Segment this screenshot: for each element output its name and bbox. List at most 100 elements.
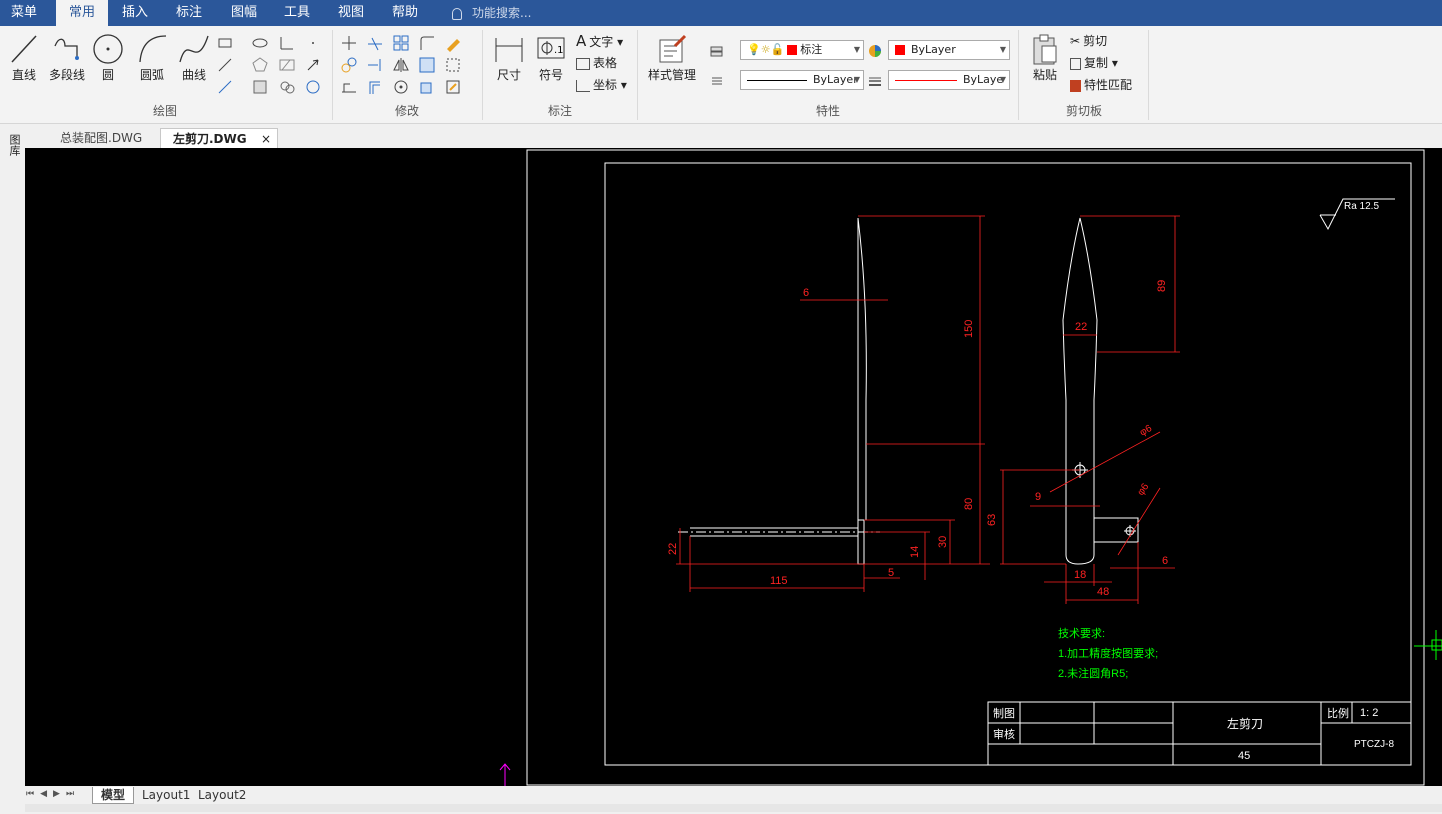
drawing-svg: Ra 12.5 6 150 22 80 30 14 115 5 89 22 63… xyxy=(499,149,1442,786)
draw-group-label: 绘图 xyxy=(152,104,177,118)
coordinate-icon xyxy=(576,79,590,92)
match-properties-button[interactable]: 特性匹配 xyxy=(1070,75,1132,95)
wipeout-icon[interactable] xyxy=(304,78,322,96)
tech-req-title: 技术要求: xyxy=(1058,627,1105,640)
curve-button[interactable]: 曲线 xyxy=(176,32,212,83)
ellipse-icon[interactable] xyxy=(251,34,269,52)
text-button[interactable]: A 文字 ▾ xyxy=(576,31,623,51)
move-icon[interactable] xyxy=(340,34,358,52)
layout-tab-model[interactable]: 模型 xyxy=(92,787,135,804)
menu-tab-menu[interactable]: 菜单 xyxy=(0,0,48,26)
dim-115: 115 xyxy=(770,575,788,587)
left-tool-strip: 图库 xyxy=(0,124,25,814)
menu-tab-annotate[interactable]: 标注 xyxy=(166,0,212,26)
lineweight-dropdown[interactable]: ByLaye ▼ xyxy=(888,70,1010,90)
dim-9: 9 xyxy=(1035,491,1041,503)
group-separator xyxy=(1018,30,1019,120)
feature-search[interactable]: 功能搜索... xyxy=(452,0,531,26)
copy-object-icon[interactable] xyxy=(340,56,358,74)
style-manager-icon xyxy=(659,34,687,63)
extend-icon[interactable] xyxy=(366,56,384,74)
explode-icon[interactable] xyxy=(444,56,462,74)
handle-lug xyxy=(1093,517,1139,543)
cloud-icon[interactable] xyxy=(278,78,296,96)
cut-button[interactable]: ✂ 剪切 xyxy=(1070,31,1107,51)
scale-icon[interactable] xyxy=(418,56,436,74)
dim-80: 80 xyxy=(963,498,975,510)
doc-tab-assembly[interactable]: 总装配图.DWG xyxy=(48,128,154,148)
circle-button[interactable]: 圆 xyxy=(92,32,124,83)
title-material: 45 xyxy=(1238,750,1250,762)
crosshair-cursor xyxy=(1414,630,1442,660)
color-wheel-icon[interactable] xyxy=(866,42,884,60)
symbol-button[interactable]: .1 符号 xyxy=(532,32,570,83)
angle-icon[interactable] xyxy=(278,34,296,52)
line-button[interactable]: 直线 xyxy=(6,32,42,83)
layout-nav-arrows[interactable]: ⏮◀▶⏭ xyxy=(26,789,80,799)
menu-tab-view[interactable]: 视图 xyxy=(328,0,374,26)
gallery-button[interactable]: 图库 xyxy=(4,134,21,156)
group-separator xyxy=(482,30,483,120)
paste-button[interactable]: 粘贴 xyxy=(1026,32,1064,83)
color-dropdown[interactable]: ByLayer ▼ xyxy=(888,40,1010,60)
construction-line-icon[interactable] xyxy=(216,56,234,74)
drawing-canvas[interactable]: Ra 12.5 6 150 22 80 30 14 115 5 89 22 63… xyxy=(25,148,1442,786)
pointer-icon[interactable] xyxy=(304,56,322,74)
front-view xyxy=(1062,217,1139,565)
block-icon[interactable] xyxy=(418,78,436,96)
stretch-icon[interactable] xyxy=(340,78,358,96)
trim-icon[interactable] xyxy=(366,34,384,52)
menu-tab-home[interactable]: 常用 xyxy=(56,0,108,26)
mirror-icon[interactable] xyxy=(392,56,410,74)
region-icon[interactable] xyxy=(251,78,269,96)
front-view-dimensions xyxy=(1000,215,1180,604)
dim-phi6-lug: φ6 xyxy=(1135,481,1151,498)
copy-button[interactable]: 复制 ▾ xyxy=(1070,53,1118,73)
handle-side xyxy=(857,519,865,565)
menu-tab-frame[interactable]: 图幅 xyxy=(220,0,268,26)
coordinate-button[interactable]: 坐标 ▾ xyxy=(576,75,627,95)
layer-dropdown[interactable]: 💡☼🔓 标注 ▼ xyxy=(740,40,864,60)
paste-icon xyxy=(1033,34,1057,65)
arc-button[interactable]: 圆弧 xyxy=(134,32,170,83)
title-review-label: 审核 xyxy=(993,727,1015,741)
linetype-dropdown[interactable]: ByLayer ▼ xyxy=(740,70,864,90)
style-manager-button[interactable]: 样式管理 xyxy=(642,32,702,83)
doc-tab-left-scissors[interactable]: 左剪刀.DWG × xyxy=(160,128,278,148)
side-view xyxy=(678,217,880,565)
menu-tab-help[interactable]: 帮助 xyxy=(382,0,428,26)
layout-tab-layout2[interactable]: Layout2 xyxy=(190,787,254,804)
menu-tab-insert[interactable]: 插入 xyxy=(112,0,158,26)
table-button[interactable]: 表格 xyxy=(576,53,617,73)
lineweight-icon[interactable] xyxy=(866,72,884,90)
dim-14: 14 xyxy=(909,546,921,558)
rotate-icon[interactable] xyxy=(392,78,410,96)
group-separator xyxy=(332,30,333,120)
title-scale-label: 比例 xyxy=(1327,706,1349,720)
layout-tab-layout1[interactable]: Layout1 xyxy=(134,787,198,804)
dimension-button[interactable]: 尺寸 xyxy=(490,32,528,83)
polyline-button[interactable]: 多段线 xyxy=(44,32,90,83)
layer-color-swatch xyxy=(787,45,798,55)
horizontal-scrollbar[interactable] xyxy=(25,804,1442,812)
offset-icon[interactable] xyxy=(366,78,384,96)
fillet-icon[interactable] xyxy=(418,34,436,52)
dim-150: 150 xyxy=(963,320,975,338)
edit-icon[interactable] xyxy=(444,78,462,96)
polygon-icon[interactable] xyxy=(251,56,269,74)
group-separator xyxy=(637,30,638,120)
erase-icon[interactable] xyxy=(444,34,462,52)
dim-6-top: 6 xyxy=(803,287,809,299)
close-tab-icon[interactable]: × xyxy=(261,129,271,149)
cursor-pickbox xyxy=(1431,639,1442,651)
title-scale-value: 1: 2 xyxy=(1360,707,1378,719)
hatch-icon[interactable] xyxy=(278,56,296,74)
layer-manager-icon[interactable] xyxy=(708,42,726,60)
array-icon[interactable] xyxy=(392,34,410,52)
point-icon[interactable] xyxy=(304,34,322,52)
rectangle-icon[interactable] xyxy=(216,34,234,52)
menu-tab-tools[interactable]: 工具 xyxy=(274,0,320,26)
dimension-icon xyxy=(495,38,523,62)
ray-icon[interactable] xyxy=(216,78,234,96)
list-icon[interactable] xyxy=(708,72,726,90)
